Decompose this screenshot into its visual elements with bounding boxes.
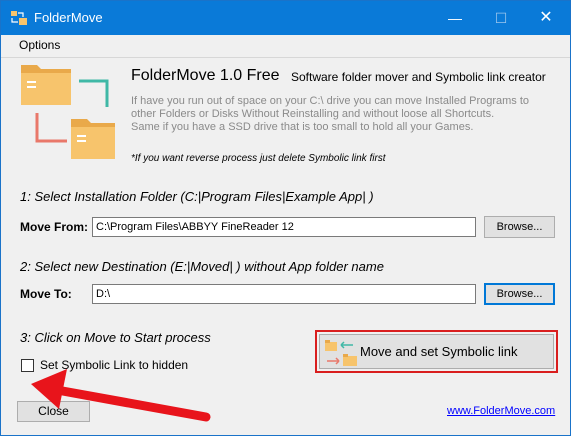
foldermove-window: FolderMove — ☐ ✕ Options FolderMove 1.0 … <box>0 0 571 436</box>
red-pointer-arrow <box>31 369 211 422</box>
